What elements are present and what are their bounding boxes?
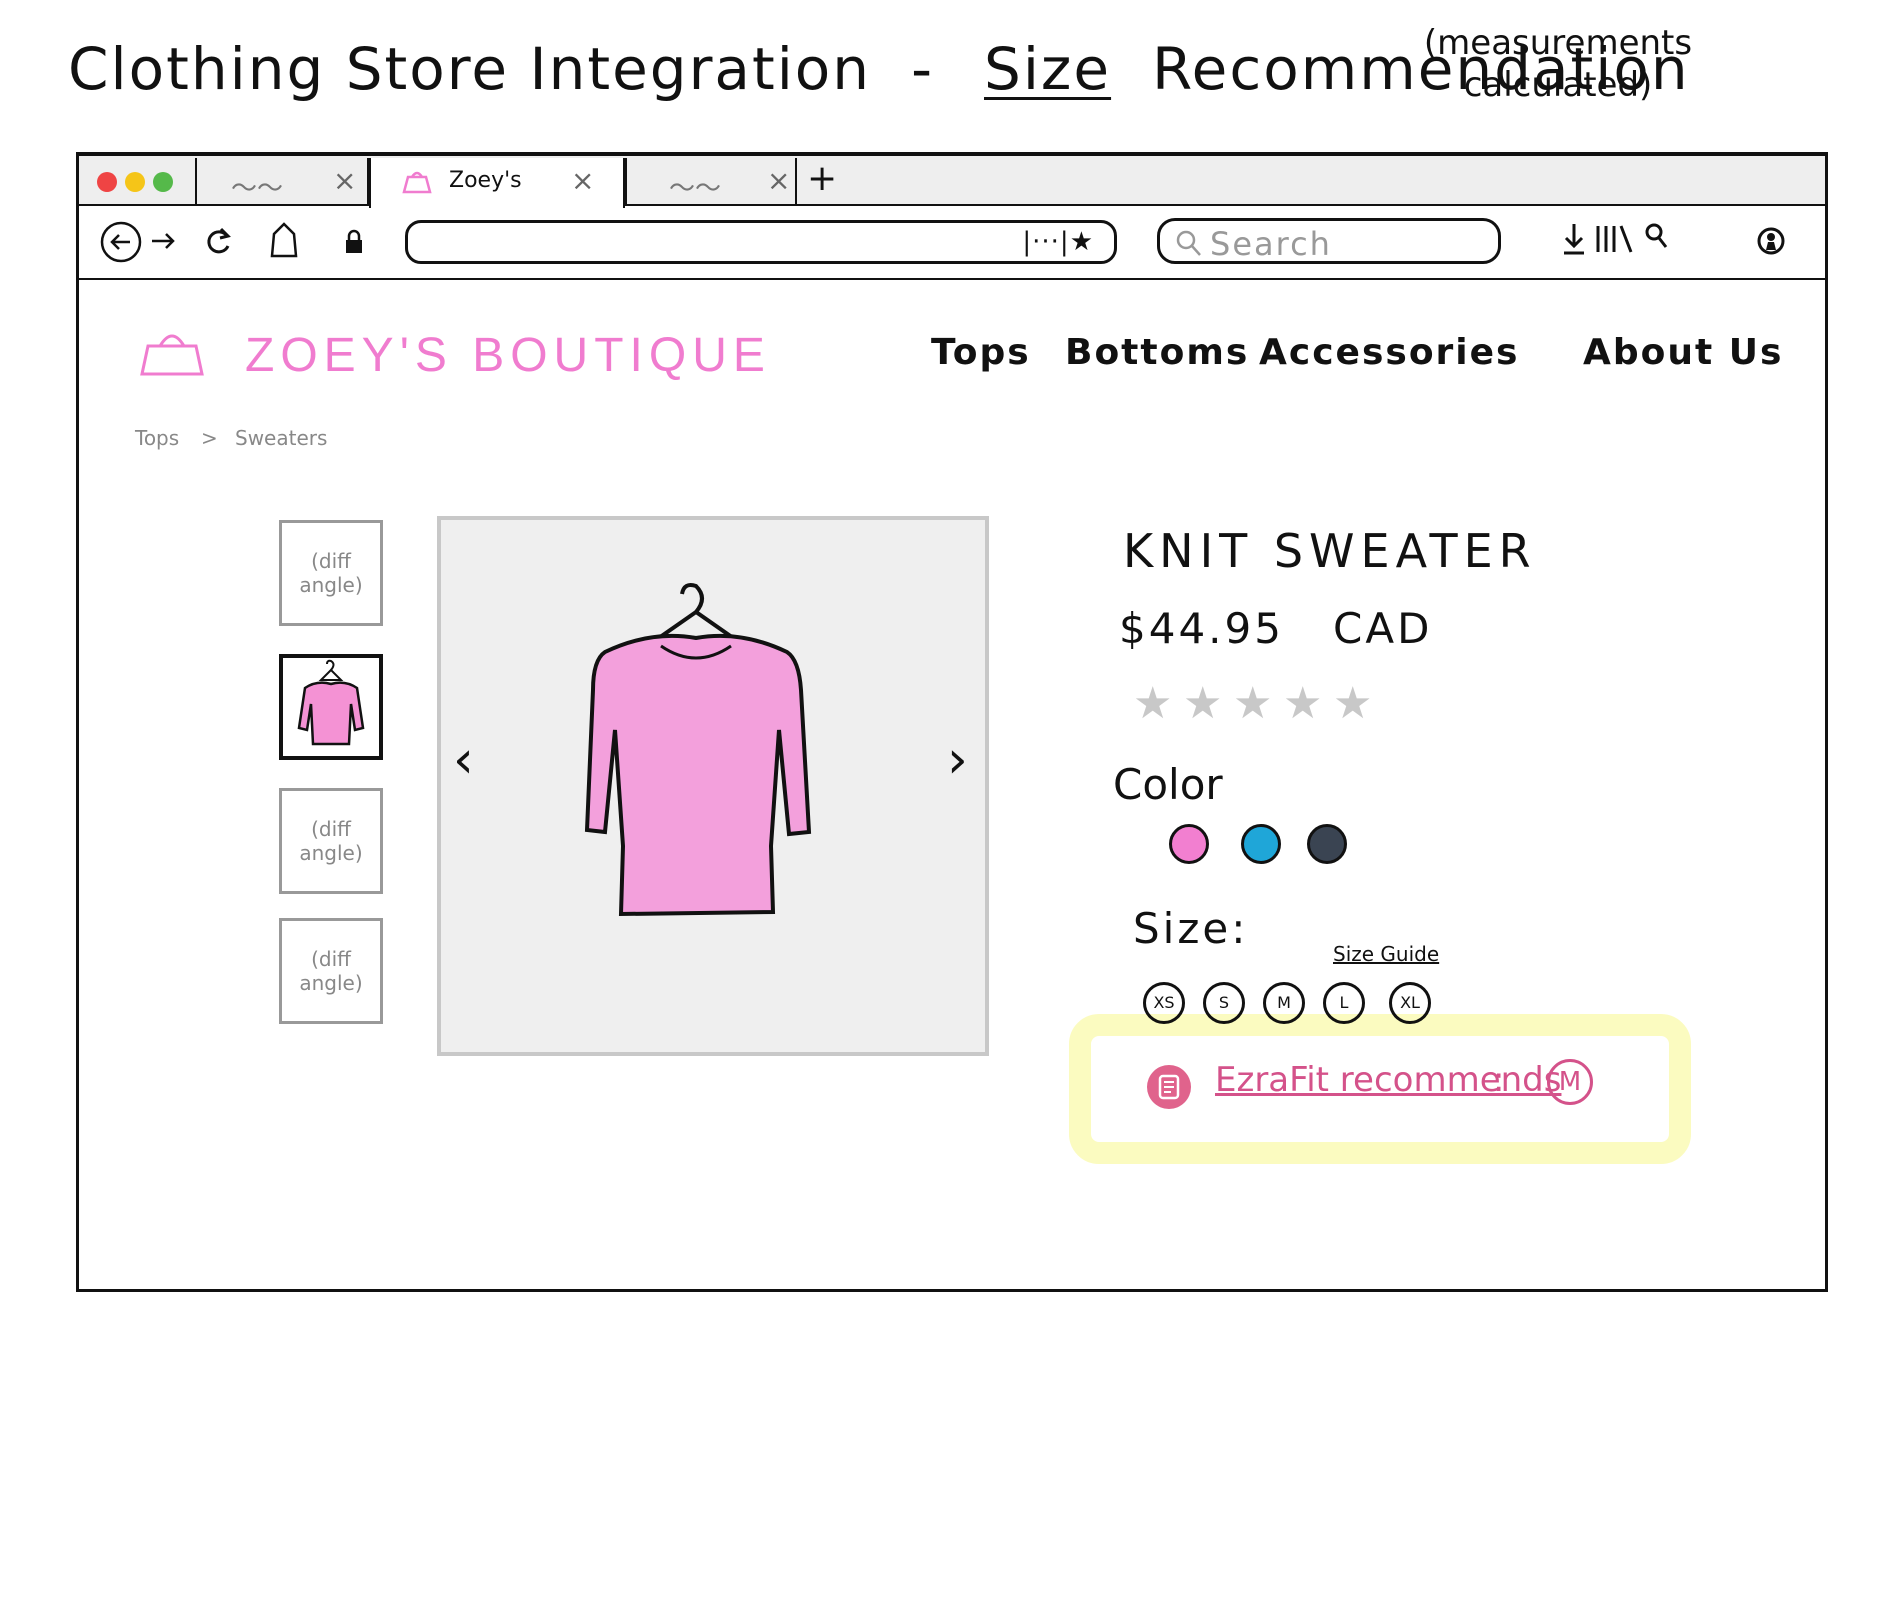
close-icon[interactable]: ×	[571, 164, 594, 197]
tab-label: Zoey's	[449, 168, 522, 193]
search-icon	[1176, 230, 1201, 256]
close-icon[interactable]: ×	[767, 164, 790, 197]
back-icon[interactable]	[99, 220, 143, 264]
breadcrumb-sweaters[interactable]: Sweaters	[235, 426, 327, 450]
thumb-caption-line1: (diff	[311, 817, 351, 841]
previous-image-button[interactable]: ‹	[453, 730, 474, 790]
nav-about-us[interactable]: About Us	[1583, 332, 1783, 373]
product-name: KNIT SWEATER	[1123, 524, 1537, 578]
tab-3[interactable]: 〜〜 ×	[625, 158, 797, 204]
account-icon[interactable]	[1755, 224, 1787, 258]
sketch-title-main: Clothing Store Integration	[68, 35, 872, 103]
price-amount: $44.95	[1119, 604, 1284, 653]
thumbnail-diff-angle[interactable]: (diff angle)	[279, 520, 383, 626]
rating-star[interactable]: ★	[1133, 678, 1172, 729]
tab-2[interactable]: Zoey's ×	[369, 158, 625, 208]
tab-1[interactable]: 〜〜 ×	[195, 158, 369, 204]
ezrafit-colon: :	[1493, 1060, 1505, 1100]
download-icon[interactable]	[1559, 220, 1589, 258]
brand-bag-icon	[140, 334, 204, 376]
color-swatch-blue[interactable]	[1241, 824, 1281, 864]
browser-toolbar: |···|★ Search	[79, 206, 1825, 280]
sweater-thumbnail-icon	[297, 659, 365, 746]
maximize-window-dot[interactable]	[153, 172, 173, 192]
browser-window: 〜〜 × Zoey's × 〜〜 × + |···|★ Search ZOEY'…	[76, 152, 1828, 1292]
address-bar[interactable]: |···|★	[405, 220, 1117, 264]
next-image-button[interactable]: ›	[947, 730, 968, 790]
nav-tops[interactable]: Tops	[931, 332, 1031, 373]
breadcrumb-separator: >	[201, 426, 218, 450]
tab-bar: 〜〜 × Zoey's × 〜〜 × +	[79, 156, 1825, 208]
recommended-size-badge[interactable]: M	[1547, 1059, 1593, 1105]
product-image-viewer: ‹ ›	[437, 516, 989, 1056]
color-label: Color	[1113, 760, 1223, 809]
shopping-bag-icon	[402, 171, 432, 194]
size-guide-link[interactable]: Size Guide	[1333, 942, 1439, 966]
home-icon[interactable]	[267, 220, 301, 260]
lock-icon	[346, 229, 362, 253]
size-option-xl[interactable]: XL	[1389, 982, 1431, 1024]
tab-title-placeholder: 〜〜	[231, 174, 284, 204]
rating-star[interactable]: ★	[1183, 678, 1222, 729]
thumb-caption-line1: (diff	[311, 947, 351, 971]
sweater-image	[584, 583, 812, 917]
sketch-title-dash: -	[911, 35, 934, 103]
thumb-caption-line2: angle)	[299, 971, 363, 995]
size-option-m[interactable]: M	[1263, 982, 1305, 1024]
sketch-note: (measurements calculated)	[1408, 22, 1708, 106]
product-price: $44.95 CAD	[1119, 604, 1432, 653]
close-icon[interactable]: ×	[333, 164, 356, 197]
thumbnail-selected[interactable]	[279, 654, 383, 760]
new-tab-button[interactable]: +	[807, 158, 837, 199]
nav-bottoms[interactable]: Bottoms	[1065, 332, 1249, 373]
zoom-icon[interactable]	[1643, 222, 1669, 252]
size-option-s[interactable]: S	[1203, 982, 1245, 1024]
breadcrumb-tops[interactable]: Tops	[135, 426, 179, 450]
minimize-window-dot[interactable]	[125, 172, 145, 192]
sketch-note-line2: calculated)	[1463, 65, 1653, 105]
thumb-caption-line1: (diff	[311, 549, 351, 573]
size-option-l[interactable]: L	[1323, 982, 1365, 1024]
size-option-xs[interactable]: XS	[1143, 982, 1185, 1024]
nav-accessories[interactable]: Accessories	[1259, 332, 1519, 373]
close-window-dot[interactable]	[97, 172, 117, 192]
sketch-note-line1: (measurements	[1423, 23, 1693, 63]
sketch-title-size: Size	[984, 35, 1112, 103]
forward-icon[interactable]	[149, 230, 177, 252]
color-swatch-pink[interactable]	[1169, 824, 1209, 864]
thumb-caption-line2: angle)	[299, 841, 363, 865]
search-placeholder: Search	[1210, 225, 1332, 263]
thumb-caption-line2: angle)	[299, 573, 363, 597]
reload-icon[interactable]	[203, 224, 235, 258]
thumbnail-diff-angle[interactable]: (diff angle)	[279, 788, 383, 894]
browser-search-input[interactable]: Search	[1157, 218, 1501, 264]
color-swatch-charcoal[interactable]	[1307, 824, 1347, 864]
tab-title-placeholder: 〜〜	[669, 174, 722, 204]
size-label: Size:	[1133, 904, 1249, 953]
rating-star[interactable]: ★	[1233, 678, 1272, 729]
rating-star[interactable]: ★	[1333, 678, 1372, 729]
page-actions[interactable]: |···|★	[1022, 227, 1094, 257]
store-logo[interactable]: ZOEY'S BOUTIQUE	[245, 328, 771, 383]
ezrafit-logo-icon	[1147, 1065, 1191, 1109]
library-icon[interactable]	[1593, 222, 1637, 256]
rating-star[interactable]: ★	[1283, 678, 1322, 729]
ezrafit-recommends-link[interactable]: EzraFit recommends	[1215, 1060, 1561, 1100]
price-currency: CAD	[1333, 604, 1433, 653]
thumbnail-diff-angle[interactable]: (diff angle)	[279, 918, 383, 1024]
